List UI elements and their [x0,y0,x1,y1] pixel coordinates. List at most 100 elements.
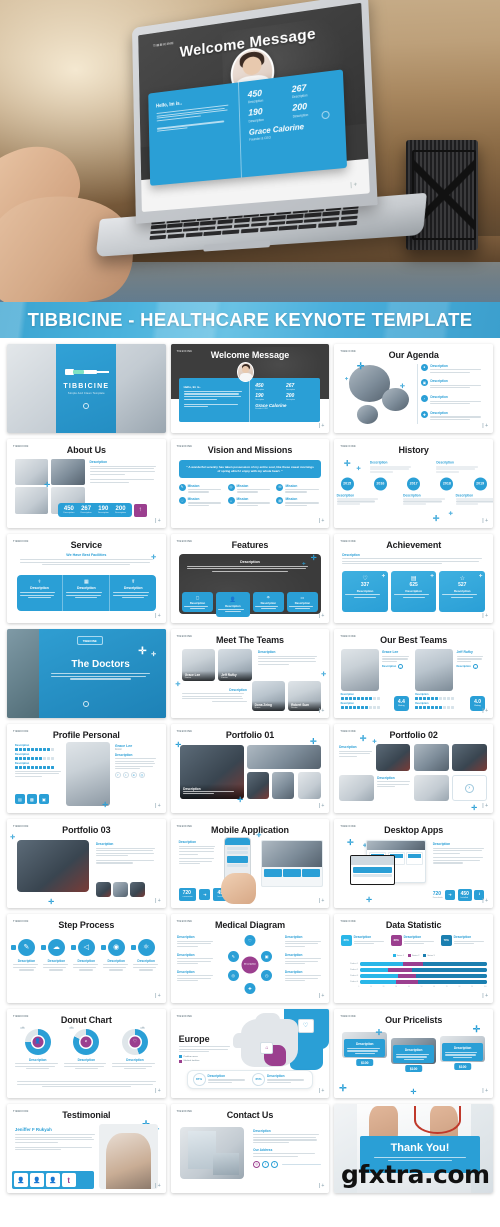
share-icon[interactable]: ➔ [199,888,211,900]
diagram-node-top[interactable]: ♡ [244,935,256,947]
portfolio2-photo-1[interactable] [375,744,411,772]
team-member-card[interactable]: Jeff Rufky Doctor [218,648,252,681]
instagram-icon[interactable]: ◎ [253,1160,261,1168]
agenda-item[interactable]: ◔ Description [420,395,485,406]
feature-card[interactable]: ▭ Description [286,591,319,613]
slide-thumbnail-europe[interactable]: TIBBICINE ♡ ⌂ Europe Problem areas Medic… [170,1009,330,1098]
achievement-card[interactable]: ☆ 527 Description ✛ [439,571,486,613]
slide-thumbnail-achievement[interactable]: TIBBICINE Achievement Description ♡ 337 … [334,534,493,623]
portfolio3-thumb[interactable] [112,882,128,898]
portfolio2-photo-5[interactable] [413,774,449,802]
slide-thumbnail-service[interactable]: TIBBICINE Service We Have Best Facilitie… [7,534,166,623]
step-item[interactable]: ◉ Description [101,938,129,971]
portfolio3-thumb[interactable] [129,882,145,898]
twitter-icon[interactable]: t [122,772,129,779]
about-arrow-button[interactable]: ↑ [133,503,147,517]
heart-marker-icon[interactable]: ♡ [297,1018,314,1033]
portfolio2-more-button[interactable]: › [451,774,487,802]
service-card[interactable]: ⚕ Description [17,574,64,611]
avatar-thumb-2[interactable]: 👤 [29,1173,44,1188]
mission-item[interactable]: ♡ Mission [178,497,224,508]
history-item[interactable]: 2017 Description [403,477,445,505]
feature-card-active[interactable]: 👤 Description [215,591,251,618]
slide-thumbnail-vision[interactable]: TIBBICINE Vision and Missions " A wonder… [170,439,330,528]
profile-button-3[interactable]: ▣ [38,794,49,805]
portfolio-photo-3[interactable] [297,772,322,799]
mission-item[interactable]: ✉ Mission [276,483,321,495]
facebook-icon[interactable]: f [114,772,121,779]
profile-button-1[interactable]: ▤ [14,794,25,805]
agenda-item[interactable]: ▣ Description [420,379,485,390]
portfolio-photo-2[interactable] [272,772,295,799]
mission-item[interactable]: ▤ Mission [276,497,321,508]
service-card[interactable]: ▦ Description [63,574,111,611]
achievement-card[interactable]: ♡ 337 Description ✛ [342,571,388,613]
slide-thumbnail-best-teams[interactable]: TIBBICINE Our Best Teams Grace Lee Descr… [334,629,493,718]
diagram-node-bottom[interactable]: ✚ [244,983,256,995]
donut-item[interactable]: ◐ ## Description [63,1026,110,1070]
profile-button-2[interactable]: ▩ [26,794,37,805]
share-icon[interactable]: ➔ [445,889,456,900]
portfolio2-photo-2[interactable] [413,744,449,772]
step-item[interactable]: ◁ Description [71,938,99,971]
slide-thumbnail-meet-teams[interactable]: TIBBICINE Meet The Teams Grace Lee Doctor… [170,629,330,718]
slide-thumbnail-cover[interactable]: TIBBICINE Simple And Clean Template [7,344,166,433]
price-card[interactable]: Description $100 [391,1038,437,1073]
team-member-card[interactable]: Robert Sum Doctor [288,680,322,711]
history-item[interactable]: 2019 Description [455,477,493,505]
agenda-item[interactable]: ✚ Description [420,411,485,422]
diagram-node-left-bottom[interactable]: ◎ [227,970,239,982]
slide-thumbnail-desktop[interactable]: TIBBICINE Desktop Apps ✛ ✛ ✛ Description [334,819,493,908]
portfolio-photo-top[interactable] [246,745,322,770]
twitter-icon[interactable]: t [271,1160,279,1168]
portfolio2-photo-4[interactable] [339,774,374,802]
slide-thumbnail-diagram[interactable]: TIBBICINE Medical Diagram Description De… [170,914,330,1003]
arrow-icon[interactable]: › [398,664,404,670]
feature-card[interactable]: ☂ Description [252,591,285,613]
portfolio-photo-1[interactable] [246,772,270,799]
step-item[interactable]: ✎ Description [11,938,39,971]
slide-thumbnail-features[interactable]: TIBBICINE Features Description ✛ ✛ ▢ Des… [170,534,330,623]
team-member-card[interactable]: Grace Lee Doctor [181,648,216,681]
slide-thumbnail-doctors-cover[interactable]: TIBBICINE The Doctors ✛ ✛ [7,629,166,718]
arrow-icon[interactable]: › [472,664,478,670]
portfolio3-main-photo[interactable] [16,840,90,892]
achievement-card[interactable]: ▤ 625 Description ✛ [390,571,437,613]
slide-thumbnail-history[interactable]: TIBBICINE History ✛ ✛ ✛ ✛ 2015 Descripti… [334,439,493,528]
diagram-node-right-top[interactable]: ▣ [261,950,273,962]
slide-thumbnail-pricelists[interactable]: TIBBICINE Our Pricelists Description $10… [334,1009,493,1098]
slide-thumbnail-mobile[interactable]: TIBBICINE Mobile Application Description… [170,819,330,908]
diagram-node-right-bottom[interactable]: ◷ [261,970,273,982]
slide-thumbnail-statistic[interactable]: TIBBICINE Data Statistic 80% Description… [334,914,493,1003]
portfolio2-photo-3[interactable] [451,744,487,772]
donut-item[interactable]: 👤 ## Description [14,1026,61,1070]
linkedin-icon[interactable]: in [130,772,137,779]
mission-item[interactable]: ✎ Mission [178,483,224,495]
service-card[interactable]: ☤ Description [110,575,156,611]
slide-thumbnail-donut[interactable]: TIBBICINE Donut Chart 👤 ## Description ◐… [7,1009,166,1098]
agenda-item[interactable]: ● Description [420,363,485,375]
slide-thumbnail-portfolio3[interactable]: TIBBICINE Portfolio 03 Description ✛ ✛ |… [7,819,166,908]
avatar-thumb-1[interactable]: 👤 [13,1173,28,1188]
history-item[interactable]: 2018 Description [436,461,478,490]
hospital-marker-icon[interactable]: ⌂ [260,1042,274,1055]
step-item[interactable]: ⚛ Description [131,938,159,971]
slide-thumbnail-contact[interactable]: TIBBICINE Contact Us Description Our Add… [170,1104,330,1193]
slide-thumbnail-agenda[interactable]: TIBBICINE Our Agenda ✛ ✛ ✛ ● Description … [334,344,493,433]
team-member-card[interactable]: Dona Zeing Nurse [251,680,285,711]
slide-thumbnail-testimonial[interactable]: TIBBICINE Testimonial ✛ ✛ Jeniffer F Ruk… [7,1104,166,1193]
slide-thumbnail-steps[interactable]: TIBBICINE Step Process ✎ Description ☁ D… [7,914,166,1003]
mission-item[interactable]: ⌂ Mission [227,497,273,508]
portfolio-main-photo[interactable]: Description [180,745,244,799]
facebook-icon[interactable]: f [262,1160,270,1168]
twitter-icon[interactable]: t [61,1173,76,1188]
step-item[interactable]: ☁ Description [41,938,69,971]
instagram-icon[interactable]: ◎ [138,772,145,779]
avatar-thumb-3[interactable]: 👤 [45,1173,60,1188]
slide-thumbnail-portfolio2[interactable]: TIBBICINE Portfolio 02 Description Descr… [334,724,493,813]
history-item[interactable]: 2016 Description [369,461,412,490]
donut-item[interactable]: ♡ ## Description [112,1026,158,1070]
slide-thumbnail-portfolio1[interactable]: TIBBICINE Portfolio 01 Description ✛ ✛ ✛… [170,724,330,813]
portfolio3-thumb[interactable] [95,882,111,898]
feature-card[interactable]: ▢ Description [181,591,214,613]
